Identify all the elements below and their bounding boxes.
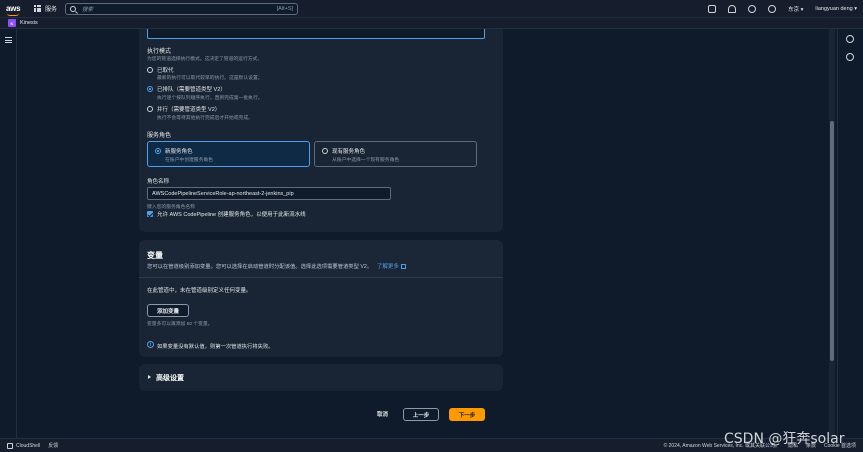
aws-logo[interactable]: aws xyxy=(6,4,28,16)
variables-desc-row: 您可以在管道级别添加变量。您可以选择在启动管道时分配该值。选择此选项需要管道类型… xyxy=(147,262,406,270)
expand-caret-icon[interactable] xyxy=(148,375,151,379)
user-name: liangyuan deng xyxy=(815,5,853,12)
right-utility-rail xyxy=(837,29,863,438)
allow-create-role-checkbox[interactable] xyxy=(147,211,153,217)
hamburger-menu-icon[interactable] xyxy=(5,37,12,45)
previous-button[interactable]: 上一步 xyxy=(403,408,439,421)
tutorial-panel-icon[interactable] xyxy=(846,53,854,61)
kinesis-service-icon[interactable]: K xyxy=(8,19,16,27)
variables-limit-hint: 变量多可以再添加 50 个变量。 xyxy=(147,322,213,327)
tile-new-label: 新服务角色 xyxy=(165,149,193,155)
radio-parallel[interactable] xyxy=(147,106,153,112)
external-link-icon xyxy=(400,264,406,270)
cloudshell-footer-link[interactable]: CloudShell xyxy=(16,443,40,449)
no-variables-text: 在此管道中，未在管道级别定义任何变量。 xyxy=(147,288,252,294)
tile-existing-service-role[interactable]: 现有服务角色 从账户中选择一个现有服务角色 xyxy=(314,141,477,167)
region-selector[interactable]: 东京 ▾ xyxy=(788,5,803,13)
tile-existing-label: 现有服务角色 xyxy=(332,149,366,155)
help-icon[interactable] xyxy=(748,4,757,13)
search-icon xyxy=(70,5,77,12)
variables-info-text: 如果变量没有默认值，则第一次管道执行将失败。 xyxy=(157,344,274,350)
advanced-settings-panel[interactable]: 高级设置 xyxy=(139,364,503,391)
page-scrollbar[interactable] xyxy=(829,29,835,438)
tile-existing-desc: 从账户中选择一个现有服务角色 xyxy=(332,158,400,163)
main-content: 执行模式 为您的管道选择执行模式。这决定了管道的运行方式。 已取代 最新的执行可… xyxy=(17,29,829,438)
learn-more-link[interactable]: 了解更多 xyxy=(377,264,406,270)
radio-queued[interactable] xyxy=(147,86,153,92)
account-menu[interactable]: liangyuan deng ▾ xyxy=(815,6,857,12)
settings-gear-icon[interactable] xyxy=(768,4,777,13)
variables-title: 变量 xyxy=(147,251,163,260)
notifications-bell-icon[interactable] xyxy=(728,4,737,13)
watermark-text: CSDN @狂奔solar xyxy=(724,431,845,447)
option-queued-desc: 执行逐个按队列顺序执行，直到完成第一批执行。 xyxy=(157,96,263,101)
aws-logo-text: aws xyxy=(6,4,21,13)
tile-new-desc: 在账户中创建服务角色 xyxy=(165,158,213,163)
option-parallel-label: 并行（需要管道类型 V2） xyxy=(157,107,221,113)
tile-new-service-role[interactable]: 新服务角色 在账户中创建服务角色 xyxy=(147,141,310,167)
feedback-link[interactable]: 反馈 xyxy=(48,442,58,449)
services-menu-button[interactable]: 服务 xyxy=(45,4,57,13)
role-name-hint: 键入您的服务角色名称 xyxy=(147,205,195,210)
variables-desc: 您可以在管道级别添加变量。您可以选择在启动管道时分配该值。选择此选项需要管道类型… xyxy=(147,264,373,270)
pipeline-settings-panel: 执行模式 为您的管道选择执行模式。这决定了管道的运行方式。 已取代 最新的执行可… xyxy=(139,29,503,232)
scrollbar-thumb[interactable] xyxy=(830,121,834,361)
global-search-input[interactable]: 搜索 [Alt+S] xyxy=(65,2,299,15)
info-panel-icon[interactable] xyxy=(846,35,854,43)
cloudshell-icon[interactable] xyxy=(708,4,717,13)
role-name-input[interactable]: AWSCodePipelineServiceRole-ap-northeast-… xyxy=(147,187,391,200)
option-parallel-desc: 执行不会等待其他执行完成后才开始或完成。 xyxy=(157,116,253,121)
role-name-title: 角色名称 xyxy=(147,179,170,185)
top-navigation-bar: aws 服务 搜索 [Alt+S] 东京 ▾ liangyuan deng ▾ xyxy=(0,0,863,18)
advanced-settings-title[interactable]: 高级设置 xyxy=(156,373,184,383)
services-grid-icon[interactable] xyxy=(34,5,41,12)
search-shortcut-hint: [Alt+S] xyxy=(276,5,294,12)
execution-mode-desc: 为您的管道选择执行模式。这决定了管道的运行方式。 xyxy=(147,57,263,62)
option-superseded-desc: 最新的执行可以取代较早的执行。这是默认设置。 xyxy=(157,76,263,81)
learn-more-text: 了解更多 xyxy=(376,264,399,270)
info-icon: i xyxy=(147,341,154,348)
option-queued-label: 已排队（需要管道类型 V2） xyxy=(157,87,226,93)
radio-superseded[interactable] xyxy=(147,67,153,73)
option-superseded-label: 已取代 xyxy=(157,68,174,74)
add-variable-button[interactable]: 添加变量 xyxy=(147,304,189,317)
service-favorites-bar: K Kinesis xyxy=(0,18,863,29)
kinesis-shortcut-link[interactable]: Kinesis xyxy=(20,20,38,26)
search-placeholder: 搜索 xyxy=(82,6,94,13)
radio-existing-service-role[interactable] xyxy=(322,148,328,154)
allow-create-role-label: 允许 AWS CodePipeline 创建服务角色，以便用于此新流水线 xyxy=(157,212,306,218)
service-role-title: 服务角色 xyxy=(147,133,172,139)
cancel-button[interactable]: 取消 xyxy=(377,410,388,418)
execution-mode-title: 执行模式 xyxy=(147,49,172,55)
next-button[interactable]: 下一步 xyxy=(449,408,485,421)
variables-panel: 变量 您可以在管道级别添加变量。您可以选择在启动管道时分配该值。选择此选项需要管… xyxy=(139,240,503,357)
region-label: 东京 xyxy=(788,6,800,13)
previous-field-input[interactable] xyxy=(147,29,485,39)
cloudshell-footer-icon[interactable] xyxy=(7,442,13,449)
left-navigation-rail xyxy=(0,29,17,438)
radio-new-service-role[interactable] xyxy=(155,148,161,154)
